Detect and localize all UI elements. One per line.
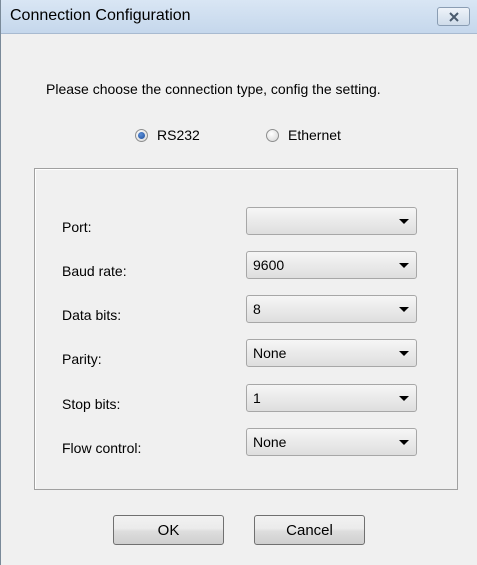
stop-bits-value: 1 [253, 390, 261, 406]
parity-label: Parity: [62, 351, 102, 367]
close-button[interactable] [437, 7, 470, 26]
data-bits-label: Data bits: [62, 307, 122, 323]
title-bar[interactable]: Connection Configuration [1, 0, 477, 34]
chevron-down-icon [399, 219, 409, 224]
window-title: Connection Configuration [10, 7, 191, 24]
radio-rs232[interactable]: RS232 [135, 126, 200, 144]
flow-control-value: None [253, 434, 287, 450]
ok-button[interactable]: OK [113, 515, 224, 545]
chevron-down-icon [399, 307, 409, 312]
data-bits-value: 8 [253, 301, 261, 317]
baud-rate-label: Baud rate: [62, 263, 127, 279]
chevron-down-icon [399, 263, 409, 268]
flow-control-label: Flow control: [62, 440, 142, 456]
instruction-text: Please choose the connection type, confi… [46, 81, 381, 97]
stop-bits-label: Stop bits: [62, 396, 121, 412]
baud-rate-select[interactable]: 9600 [246, 251, 417, 279]
radio-ethernet-label: Ethernet [288, 127, 341, 143]
chevron-down-icon [399, 351, 409, 356]
parity-value: None [253, 345, 287, 361]
cancel-button[interactable]: Cancel [254, 515, 365, 545]
parity-select[interactable]: None [246, 339, 417, 367]
radio-ethernet[interactable]: Ethernet [266, 126, 341, 144]
connection-config-dialog: Connection Configuration Please choose t… [0, 0, 477, 565]
chevron-down-icon [399, 440, 409, 445]
flow-control-select[interactable]: None [246, 428, 417, 456]
data-bits-select[interactable]: 8 [246, 295, 417, 323]
baud-rate-value: 9600 [253, 257, 285, 273]
radio-selected-icon [135, 128, 148, 142]
radio-unselected-icon [266, 128, 279, 142]
chevron-down-icon [399, 396, 409, 401]
radio-rs232-label: RS232 [157, 127, 200, 143]
stop-bits-select[interactable]: 1 [246, 384, 417, 412]
close-icon [449, 12, 459, 22]
port-select[interactable] [246, 207, 417, 235]
port-label: Port: [62, 219, 92, 235]
